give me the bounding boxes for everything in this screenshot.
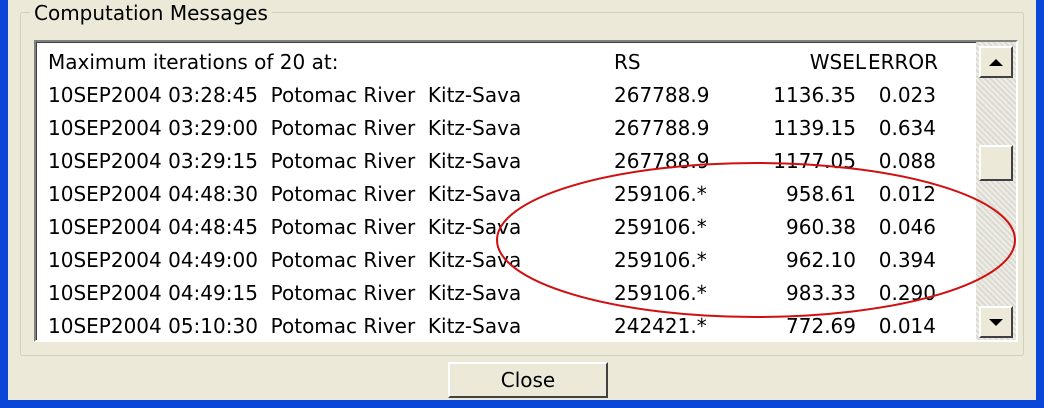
- row-wsel: 1136.35: [773, 83, 856, 107]
- row-error: 0.634: [878, 116, 936, 140]
- window-border-bottom: [0, 400, 1044, 408]
- header-wsel: WSEL: [809, 50, 866, 74]
- row-error: 0.046: [878, 215, 936, 239]
- row-rs: 259106.*: [614, 215, 707, 239]
- row-desc: 10SEP2004 03:28:45 Potomac River Kitz-Sa…: [48, 83, 522, 107]
- row-wsel: 1139.15: [773, 116, 856, 140]
- row-wsel: 958.61: [786, 182, 856, 206]
- row-desc: 10SEP2004 04:49:00 Potomac River Kitz-Sa…: [48, 248, 522, 272]
- row-desc: 10SEP2004 04:48:30 Potomac River Kitz-Sa…: [48, 182, 522, 206]
- messages-listbox[interactable]: Maximum iterations of 20 at: RS WSEL ERR…: [34, 40, 1018, 342]
- scroll-thumb[interactable]: [979, 145, 1013, 181]
- messages-rows: Maximum iterations of 20 at: RS WSEL ERR…: [36, 42, 974, 340]
- header-rs: RS: [614, 50, 641, 74]
- row-wsel: 1177.05: [773, 149, 856, 173]
- row-rs: 259106.*: [614, 182, 707, 206]
- arrow-up-icon: [989, 58, 1003, 66]
- row-error: 0.014: [878, 314, 936, 338]
- row-desc: 10SEP2004 04:48:45 Potomac River Kitz-Sa…: [48, 215, 522, 239]
- scroll-down-button[interactable]: [979, 306, 1013, 338]
- row-rs: 267788.9: [614, 83, 710, 107]
- row-rs: 242421.*: [614, 314, 707, 338]
- row-rs: 267788.9: [614, 116, 710, 140]
- row-rs: 267788.9: [614, 149, 710, 173]
- scroll-up-button[interactable]: [979, 46, 1013, 78]
- row-error: 0.023: [878, 83, 936, 107]
- list-item[interactable]: 10SEP2004 04:49:00 Potomac River Kitz-Sa…: [36, 244, 974, 277]
- list-item[interactable]: 10SEP2004 04:49:15 Potomac River Kitz-Sa…: [36, 277, 974, 310]
- row-wsel: 772.69: [786, 314, 856, 338]
- row-error: 0.394: [878, 248, 936, 272]
- row-rs: 259106.*: [614, 281, 707, 305]
- window-border-right: [1036, 0, 1044, 408]
- row-error: 0.088: [878, 149, 936, 173]
- arrow-down-icon: [989, 318, 1003, 326]
- list-item[interactable]: 10SEP2004 05:10:30 Potomac River Kitz-Sa…: [36, 310, 974, 340]
- row-rs: 259106.*: [614, 248, 707, 272]
- row-desc: 10SEP2004 05:10:30 Potomac River Kitz-Sa…: [48, 314, 522, 338]
- row-wsel: 962.10: [786, 248, 856, 272]
- row-desc: 10SEP2004 04:49:15 Potomac River Kitz-Sa…: [48, 281, 522, 305]
- list-item[interactable]: 10SEP2004 04:48:45 Potomac River Kitz-Sa…: [36, 211, 974, 244]
- header-desc: Maximum iterations of 20 at:: [48, 50, 339, 74]
- row-wsel: 983.33: [786, 281, 856, 305]
- row-error: 0.290: [878, 281, 936, 305]
- row-error: 0.012: [878, 182, 936, 206]
- list-item[interactable]: 10SEP2004 03:29:15 Potomac River Kitz-Sa…: [36, 145, 974, 178]
- row-wsel: 960.38: [786, 215, 856, 239]
- row-desc: 10SEP2004 03:29:00 Potomac River Kitz-Sa…: [48, 116, 522, 140]
- row-desc: 10SEP2004 03:29:15 Potomac River Kitz-Sa…: [48, 149, 522, 173]
- close-button[interactable]: Close: [448, 362, 608, 398]
- list-item[interactable]: 10SEP2004 03:29:00 Potomac River Kitz-Sa…: [36, 112, 974, 145]
- list-item[interactable]: 10SEP2004 04:48:30 Potomac River Kitz-Sa…: [36, 178, 974, 211]
- vertical-scrollbar[interactable]: [976, 42, 1016, 340]
- list-item[interactable]: 10SEP2004 03:28:45 Potomac River Kitz-Sa…: [36, 79, 974, 112]
- window-border-left: [0, 0, 8, 408]
- group-title: Computation Messages: [30, 2, 272, 24]
- list-header-row: Maximum iterations of 20 at: RS WSEL ERR…: [36, 46, 974, 79]
- header-error: ERROR: [868, 50, 939, 74]
